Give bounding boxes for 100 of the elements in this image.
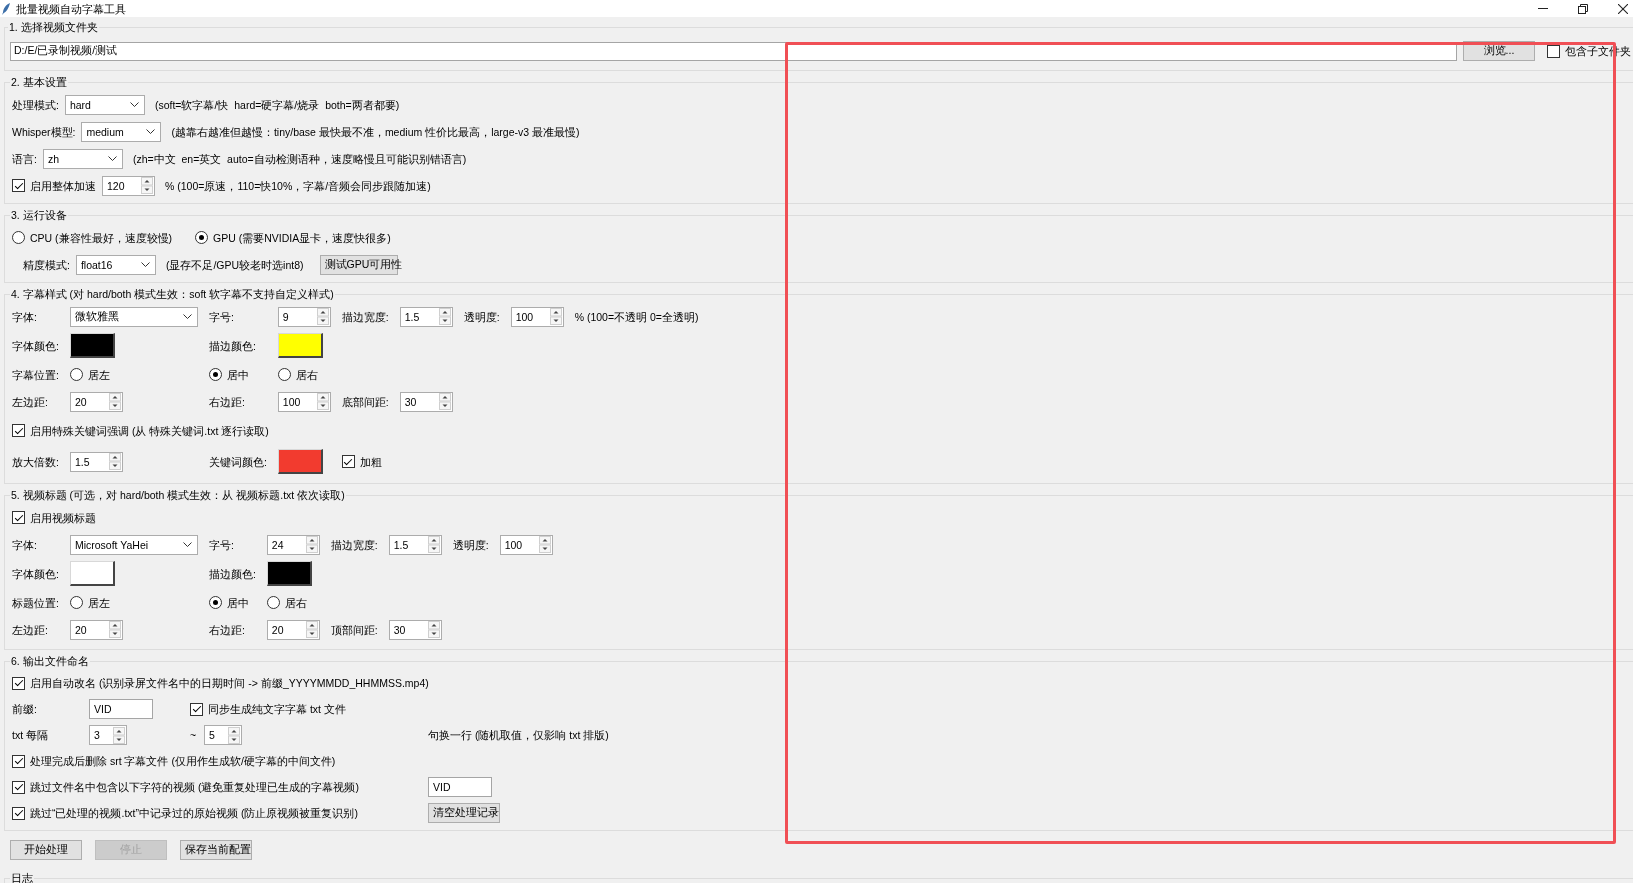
close-icon[interactable] [1618,3,1628,14]
spin-arrows-icon[interactable] [108,393,121,410]
spinbox[interactable]: 1.5 [399,306,453,327]
text-field[interactable]: VID [428,777,492,797]
spinbox[interactable]: 20 [266,619,320,640]
chevron-down-icon [182,542,192,547]
checkbox[interactable] [12,676,25,690]
text-field[interactable]: VID [89,699,153,719]
field-label: 透明度: [452,537,489,552]
field-label: 处理模式: [12,97,59,112]
dropdown[interactable]: 微软雅黑 [69,306,198,327]
color-swatch[interactable] [69,333,115,358]
section-title: 3. 运行设备 [10,208,68,222]
spin-arrows-icon[interactable] [316,393,329,410]
field-label: 描边颜色: [208,566,256,581]
checkbox[interactable] [12,424,25,437]
spinbox[interactable]: 1.5 [388,534,442,555]
spinbox[interactable]: 5 [204,725,242,745]
field-label: 字幕位置: [12,367,59,382]
dropdown[interactable]: Microsoft YaHei [69,534,198,555]
checkbox[interactable] [12,754,25,768]
spinbox[interactable]: 100 [510,306,564,327]
radio-button[interactable] [195,231,209,244]
hint-text: (soft=软字幕/快 hard=硬字幕/烧录 both=两者都要) [154,97,400,112]
color-swatch[interactable] [266,561,312,586]
spin-arrows-icon[interactable] [108,453,121,470]
section-title: 4. 字幕样式 (对 hard/both 模式生效：soft 软字幕不支持自定义样式) [10,287,335,301]
dropdown[interactable]: hard [64,94,145,115]
spin-arrows-icon[interactable] [549,308,562,325]
restore-icon[interactable] [1578,3,1588,14]
spin-arrows-icon[interactable] [538,536,551,553]
checkbox[interactable] [12,511,25,524]
checkbox[interactable] [12,806,25,820]
field-label: 字号: [208,537,234,552]
checkbox[interactable] [341,455,355,468]
spin-arrows-icon[interactable] [427,621,440,638]
clear-records-button[interactable]: 清空处理记录 [428,803,500,823]
spinbox[interactable]: 30 [388,619,442,640]
checkbox[interactable] [190,702,203,716]
dropdown[interactable]: zh [42,148,123,169]
spin-arrows-icon[interactable] [438,393,451,410]
spinbox[interactable]: 24 [266,534,320,555]
color-swatch[interactable] [277,449,323,474]
radio-label: 居左 [87,595,110,610]
spin-arrows-icon[interactable] [108,621,121,638]
spin-arrows-icon[interactable] [305,621,318,638]
radio-button[interactable] [266,596,280,609]
hint-text: (显存不足/GPU较老时选int8) [165,257,304,272]
radio-label: 居右 [295,367,318,382]
spinbox[interactable]: 20 [69,619,123,640]
spinbox[interactable]: 20 [69,391,123,412]
spin-arrows-icon[interactable] [305,536,318,553]
spin-arrows-icon[interactable] [427,536,440,553]
field-label: 语言: [12,151,37,166]
field-label: ~ [190,728,197,742]
radio-button[interactable] [69,596,83,609]
spin-arrows-icon[interactable] [228,726,240,744]
field-label: 左边距: [12,394,48,409]
window-title: 批量视频自动字幕工具 [16,1,127,16]
hint-text: (zh=中文 en=英文 auto=自动检测语种，速度略慢且可能识别错语言) [132,151,467,166]
field-label: 描边宽度: [341,309,389,324]
field-label: Whisper模型: [12,124,76,139]
color-swatch[interactable] [69,561,115,586]
checkbox[interactable] [12,780,25,794]
checkbox[interactable] [12,179,25,192]
spinbox[interactable]: 100 [277,391,331,412]
radio-button[interactable] [208,368,222,381]
radio-label: 居左 [87,367,110,382]
spinbox[interactable]: 30 [399,391,453,412]
field-label: 标题位置: [12,595,59,610]
spinbox[interactable]: 3 [89,725,127,745]
radio-button[interactable] [12,231,25,244]
section-title: 日志 [10,871,34,883]
spin-arrows-icon[interactable] [438,308,451,325]
field-label: 描边宽度: [330,537,378,552]
field-label: 底部间距: [341,394,389,409]
browse-button[interactable]: 浏览... [1463,41,1535,61]
dropdown[interactable]: float16 [75,254,156,275]
path-field[interactable]: D:/E/已录制视频/测试 [10,41,1457,61]
radio-label: GPU (需要NVIDIA显卡，速度快很多) [213,230,391,245]
field-label: 描边颜色: [208,338,256,353]
radio-button[interactable] [208,596,222,609]
radio-button[interactable] [277,368,291,381]
dropdown[interactable]: medium [81,121,162,142]
spin-arrows-icon[interactable] [316,308,329,325]
spinbox[interactable]: 100 [499,534,553,555]
field-label: 前缀: [12,702,37,716]
spinbox[interactable]: 120 [102,175,155,196]
checkbox-label: 启用特殊关键词强调 (从 特殊关键词.txt 逐行读取) [30,423,269,438]
spinbox[interactable]: 9 [277,306,331,327]
save-config-button[interactable]: 保存当前配置 [180,840,252,860]
checkbox-label: 启用视频标题 [30,510,96,525]
section-title: 6. 输出文件命名 [10,654,90,668]
start-button[interactable]: 开始处理 [10,840,82,860]
hint-text: (越靠右越准但越慢：tiny/base 最快最不准，medium 性价比最高，large-v3 最准最慢) [171,124,580,139]
radio-button[interactable] [69,368,83,381]
color-swatch[interactable] [277,333,323,358]
spin-arrows-icon[interactable] [113,726,125,744]
spinbox[interactable]: 1.5 [69,451,123,472]
checkbox-label: 跳过文件名中包含以下字符的视频 (避免重复处理已生成的字幕视频) [30,780,359,794]
